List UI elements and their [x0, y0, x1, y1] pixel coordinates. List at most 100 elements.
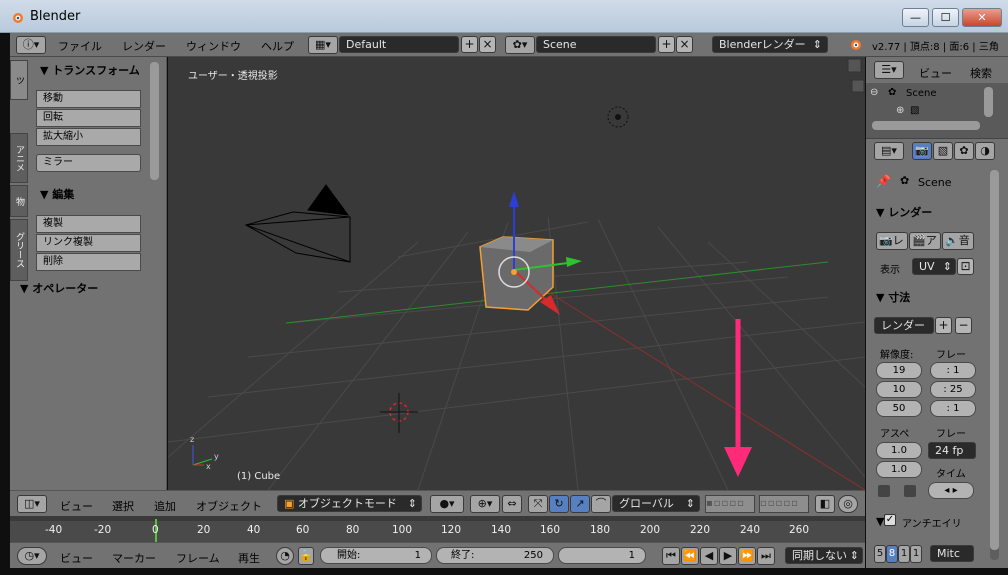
scene-context-tab[interactable]: ✿ — [954, 142, 974, 160]
play-button[interactable]: ▶ — [719, 547, 737, 565]
pivot-point-button[interactable]: ⊕▾ — [470, 495, 500, 513]
preset-remove-button[interactable]: − — [955, 317, 972, 334]
editor-type-timeline-button[interactable]: ◷▾ — [17, 547, 47, 565]
jump-end-button[interactable]: ⏭ — [757, 547, 775, 565]
play-reverse-button[interactable]: ◀ — [700, 547, 718, 565]
menu-render[interactable]: レンダー — [122, 38, 166, 54]
fps-select[interactable]: 24 fp — [928, 442, 976, 459]
layer-buttons-group-2[interactable]: ▫▫▫▫▫ — [759, 495, 809, 513]
menu-search[interactable]: 検索 — [970, 65, 992, 81]
tool-shelf-scrollbar[interactable] — [150, 62, 159, 180]
editor-type-outliner-button[interactable]: ☰▾ — [874, 61, 904, 79]
render-layers-context-tab[interactable]: ▧ — [933, 142, 953, 160]
lock-layers-button[interactable]: ◧ — [815, 495, 835, 513]
3d-cursor-icon[interactable] — [380, 393, 418, 433]
world-context-tab[interactable]: ◑ — [975, 142, 995, 160]
render-context-tab[interactable]: 📷 — [912, 142, 932, 160]
aa-sample-option[interactable]: 8 — [886, 545, 898, 563]
x-arrow-icon[interactable] — [566, 257, 582, 267]
rotate-manipulator-button[interactable]: ↻ — [549, 495, 569, 513]
scene-add-button[interactable]: + — [658, 36, 675, 53]
resolution-percent-field[interactable]: 50 — [876, 400, 922, 417]
render-engine-select[interactable]: Blenderレンダー ⇕ — [712, 36, 828, 53]
transform-orientation-select[interactable]: グローバル ⇕ — [612, 495, 700, 512]
manipulator-toggle-button[interactable]: ⇔ — [502, 495, 522, 513]
render-image-button[interactable]: 📷レ — [876, 232, 908, 250]
outliner-vscrollbar[interactable] — [984, 87, 993, 117]
outliner-hscrollbar[interactable] — [872, 121, 980, 130]
edit-panel-header[interactable]: ▼ 編集 — [40, 186, 74, 202]
aa-sample-option[interactable]: 1 — [910, 545, 922, 563]
pin-icon[interactable]: 📌 — [876, 174, 891, 188]
resolution-y-field[interactable]: 10 — [876, 381, 922, 398]
render-audio-button[interactable]: 🔈音 — [942, 232, 974, 250]
scene-remove-button[interactable]: × — [676, 36, 693, 53]
viewport-scene[interactable]: z y x — [168, 57, 865, 490]
editor-type-3d-button[interactable]: ◫▾ — [17, 495, 47, 513]
menu-file[interactable]: ファイル — [58, 38, 102, 54]
aa-sample-option[interactable]: 1 — [898, 545, 910, 563]
editor-type-properties-button[interactable]: ▤▾ — [874, 142, 904, 160]
scale-manipulator-button[interactable]: ↗ — [570, 495, 590, 513]
tab-physics[interactable]: 物 — [10, 185, 28, 217]
aa-filter-select[interactable]: Mitc — [930, 545, 974, 562]
menu-view[interactable]: ビュー — [60, 550, 93, 566]
dimensions-panel-header[interactable]: ▼ 寸法 — [876, 289, 910, 305]
editor-type-info-button[interactable]: ⓘ▾ — [16, 36, 46, 54]
outliner-scene-item[interactable]: Scene — [906, 88, 937, 99]
timeline-scrollbar[interactable] — [10, 516, 865, 521]
frame-step-field[interactable]: : 1 — [930, 400, 976, 417]
render-preset-select[interactable]: レンダー — [874, 317, 934, 334]
menu-view[interactable]: ビュー — [60, 498, 93, 514]
properties-scrollbar-track[interactable] — [990, 170, 999, 560]
frame-start-field[interactable]: : 1 — [930, 362, 976, 379]
timeline[interactable] — [10, 516, 865, 542]
transform-panel-header[interactable]: ▼ トランスフォーム — [40, 62, 140, 78]
menu-help[interactable]: ヘルプ — [261, 38, 294, 54]
menu-playback[interactable]: 再生 — [238, 550, 260, 566]
resolution-x-field[interactable]: 19 — [876, 362, 922, 379]
duplicate-button[interactable]: 複製 — [36, 215, 141, 233]
aspect-x-field[interactable]: 1.0 — [876, 442, 922, 459]
tab-tools[interactable]: ツ — [10, 60, 28, 100]
preview-range-button[interactable]: ◔ — [276, 547, 294, 565]
properties-toggle-plus-icon[interactable] — [851, 79, 865, 93]
duplicate-linked-button[interactable]: リンク複製 — [36, 234, 141, 252]
menu-select[interactable]: 選択 — [112, 498, 134, 514]
lamp-object[interactable] — [607, 106, 629, 128]
render-animation-button[interactable]: 🎬ア — [909, 232, 941, 250]
render-panel-header[interactable]: ▼ レンダー — [876, 204, 932, 220]
close-button[interactable]: ✕ — [962, 8, 1002, 27]
layout-browse-button[interactable]: ▦▾ — [308, 36, 338, 54]
viewport-split-plus-icon[interactable] — [847, 58, 862, 73]
lock-range-button[interactable]: 🔒 — [298, 547, 314, 565]
aspect-y-field[interactable]: 1.0 — [876, 461, 922, 478]
antialiasing-panel-header[interactable]: アンチエイリ — [902, 515, 962, 530]
rotate-button[interactable]: 回転 — [36, 109, 141, 127]
transform-extra-button[interactable]: ⌒ — [591, 495, 611, 513]
menu-view[interactable]: ビュー — [919, 65, 952, 81]
z-arrow-icon[interactable] — [509, 191, 519, 207]
crop-checkbox[interactable] — [904, 485, 916, 497]
menu-add[interactable]: 追加 — [154, 498, 176, 514]
current-frame-field[interactable]: 1 — [558, 547, 646, 564]
layout-remove-button[interactable]: × — [479, 36, 496, 53]
jump-start-button[interactable]: ⏮ — [662, 547, 680, 565]
tab-animation[interactable]: アニメ — [10, 133, 28, 183]
tab-grease-pencil[interactable]: グリース — [10, 219, 28, 281]
scene-name-field[interactable]: Scene — [536, 36, 656, 53]
preset-add-button[interactable]: + — [935, 317, 952, 334]
next-keyframe-button[interactable]: ⏩ — [738, 547, 756, 565]
menu-object[interactable]: オブジェクト — [196, 498, 262, 514]
scale-button[interactable]: 拡大縮小 — [36, 128, 141, 146]
expand-icon[interactable]: ⊕ — [896, 105, 904, 116]
aa-sample-option[interactable]: 5 — [874, 545, 886, 563]
operator-panel-header[interactable]: ▼ オペレーター — [20, 280, 98, 296]
layout-add-button[interactable]: + — [461, 36, 478, 53]
properties-scrollbar-thumb[interactable] — [990, 170, 999, 550]
time-remap-field[interactable]: ◂ ▸ — [928, 482, 974, 499]
minimize-button[interactable]: — — [902, 8, 929, 27]
delete-button[interactable]: 削除 — [36, 253, 141, 271]
layer-buttons-group-1[interactable]: ▪▫▫▫▫ — [705, 495, 755, 513]
collapse-icon[interactable]: ⊖ — [870, 87, 878, 98]
